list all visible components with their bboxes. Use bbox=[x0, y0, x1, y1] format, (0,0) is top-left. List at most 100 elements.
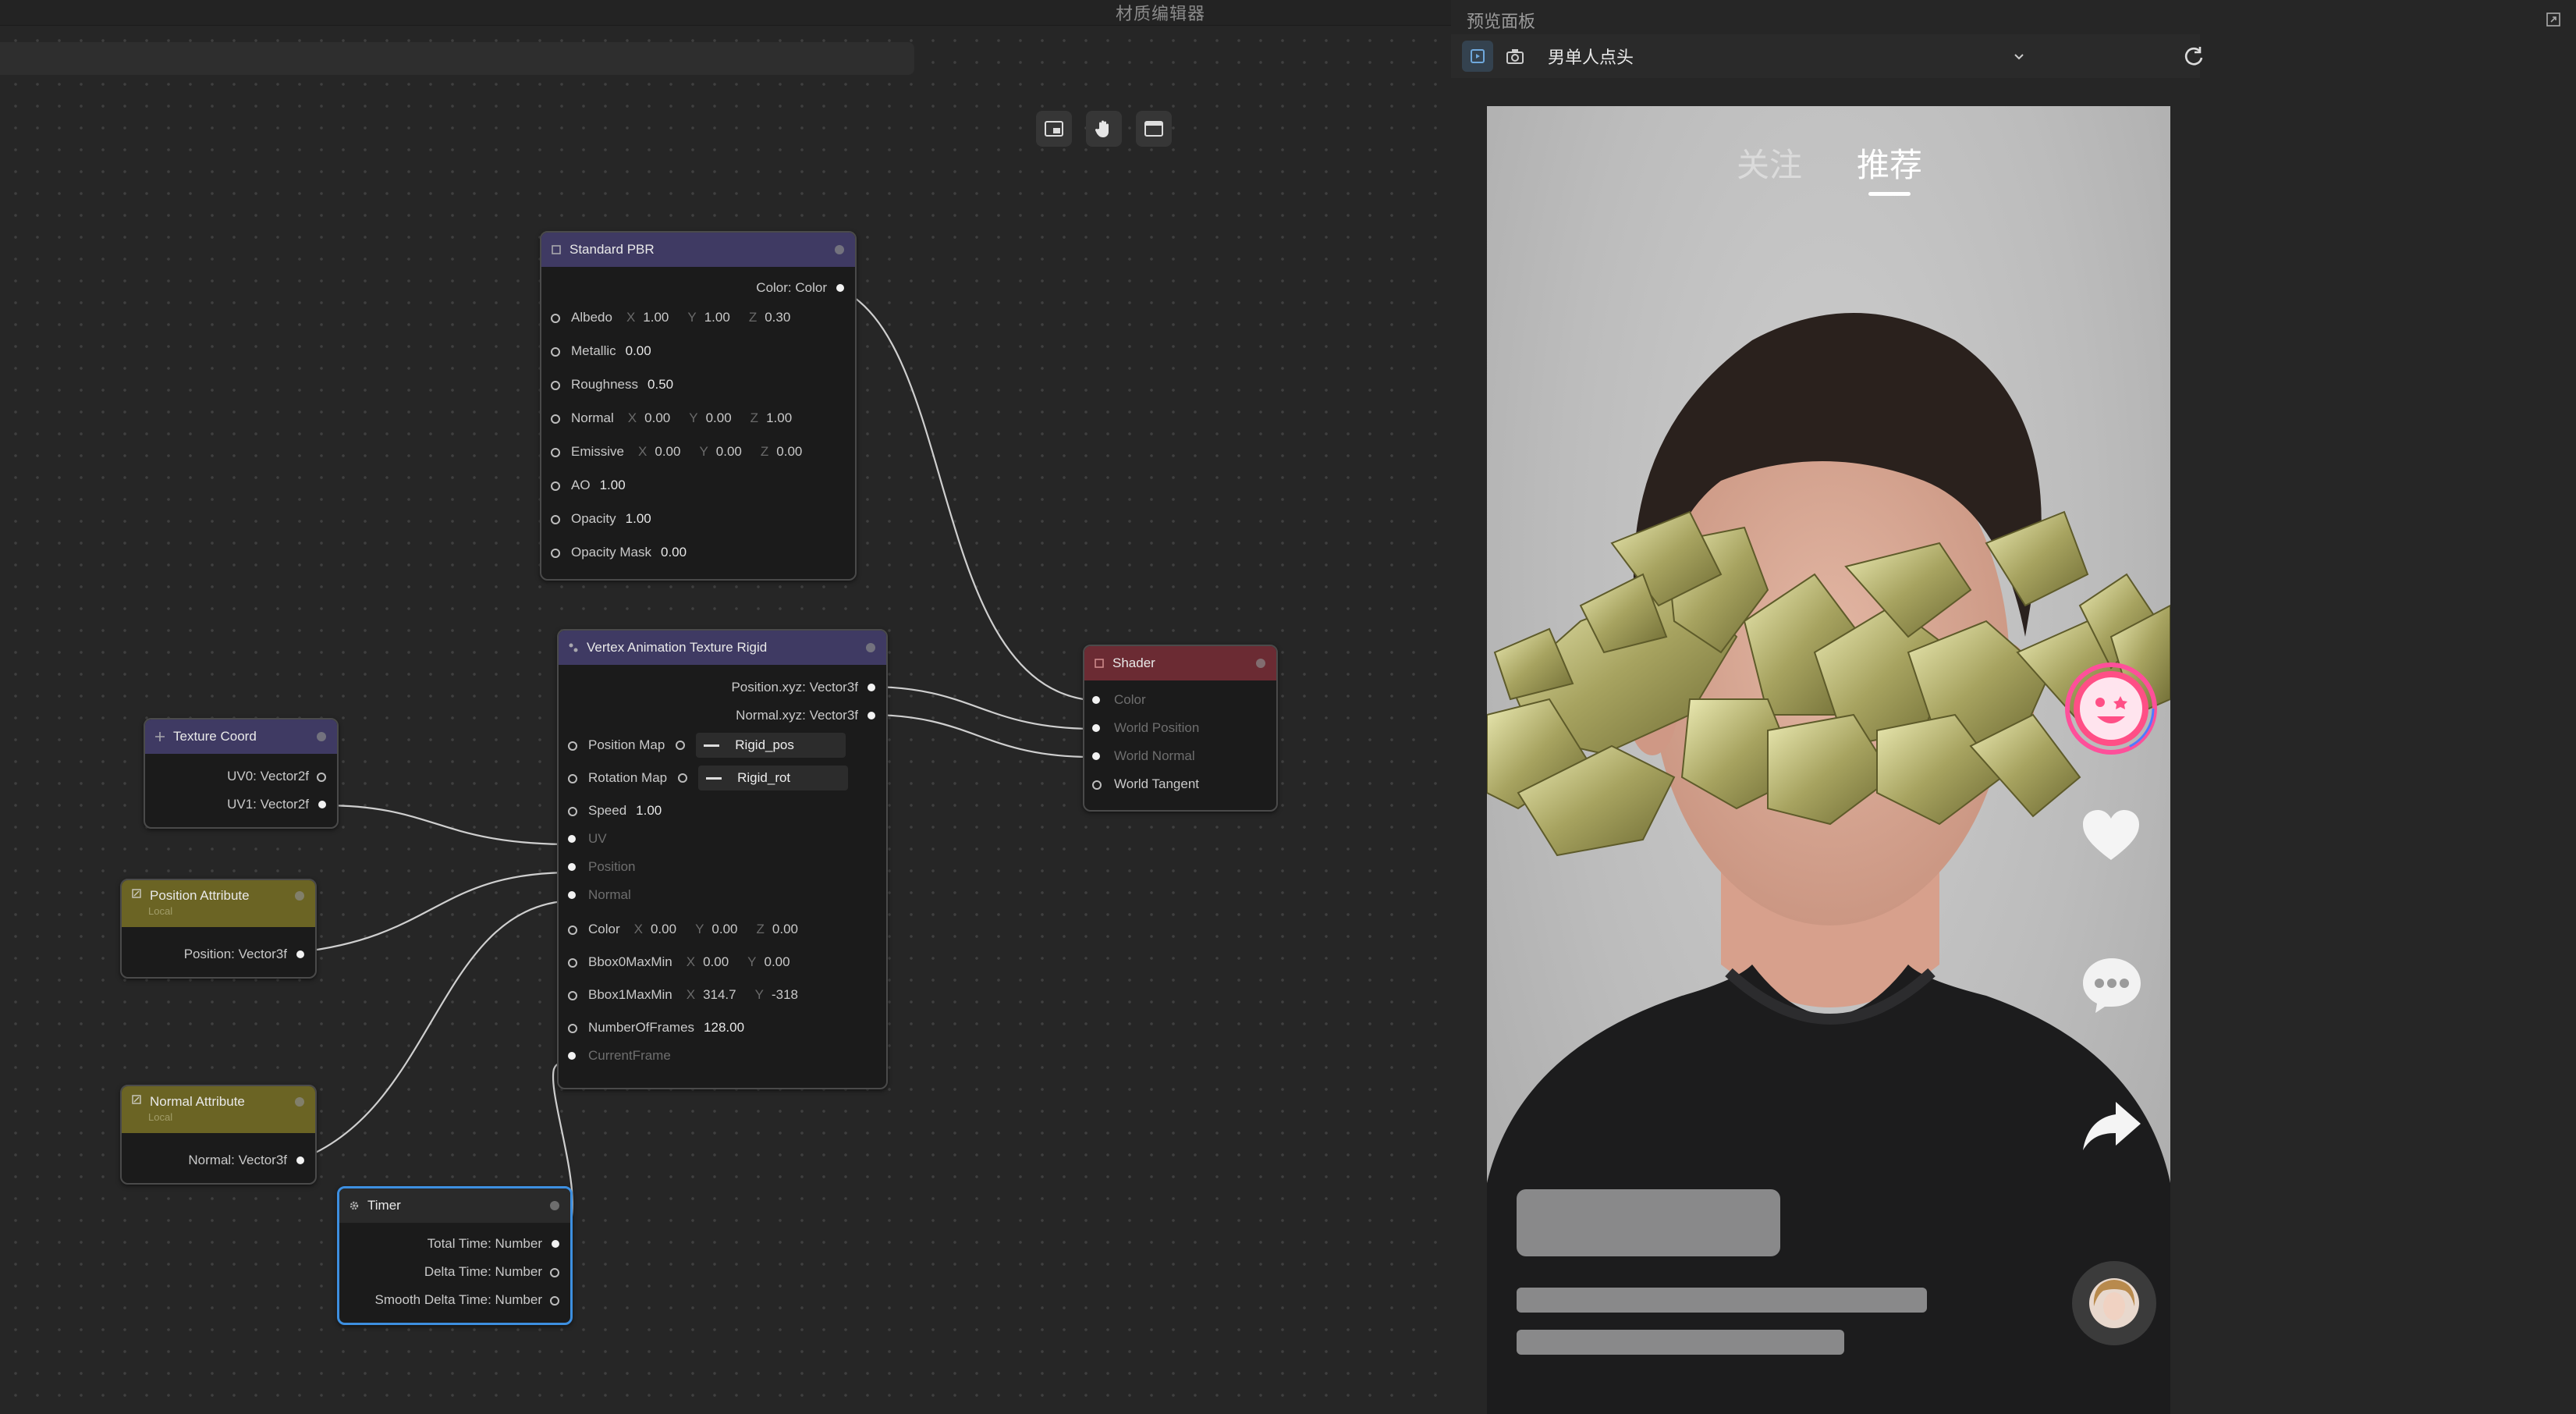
output-port[interactable] bbox=[550, 1268, 559, 1277]
field-value[interactable]: 1.00 bbox=[600, 478, 626, 493]
field-value[interactable]: 0.00 bbox=[711, 922, 737, 937]
share-button[interactable] bbox=[2081, 1100, 2142, 1152]
field-value[interactable]: 0.00 bbox=[703, 954, 729, 970]
speed-value[interactable]: 1.00 bbox=[636, 803, 662, 819]
input-port[interactable] bbox=[568, 1024, 577, 1033]
node-menu-dot[interactable] bbox=[550, 1201, 559, 1210]
material-icon bbox=[552, 245, 561, 254]
input-port[interactable] bbox=[568, 991, 577, 1000]
pin-icon[interactable] bbox=[676, 741, 686, 750]
position-attribute-node[interactable]: Position Attribute Local Position: Vecto… bbox=[120, 879, 317, 979]
node-menu-dot[interactable] bbox=[835, 245, 844, 254]
field-value[interactable]: 0.00 bbox=[716, 444, 742, 460]
field-value[interactable]: -318 bbox=[772, 987, 798, 1003]
input-port[interactable] bbox=[551, 481, 560, 491]
input-port[interactable] bbox=[568, 891, 576, 899]
field-value[interactable]: 0.00 bbox=[776, 444, 802, 460]
output-port[interactable] bbox=[296, 1156, 304, 1164]
standard-pbr-header[interactable]: Standard PBR bbox=[541, 233, 855, 267]
field-value[interactable]: 0.00 bbox=[651, 922, 676, 937]
field-value[interactable]: 1.00 bbox=[766, 410, 792, 426]
timer-header[interactable]: Timer bbox=[339, 1188, 570, 1223]
input-port[interactable] bbox=[568, 925, 577, 935]
output-port[interactable] bbox=[836, 284, 844, 292]
field-value[interactable]: 0.30 bbox=[765, 310, 790, 325]
output-port[interactable] bbox=[552, 1240, 559, 1248]
shader-node[interactable]: Shader Color World Position World Normal… bbox=[1083, 645, 1278, 812]
input-port[interactable] bbox=[551, 347, 560, 357]
effect-avatar-button[interactable] bbox=[2064, 662, 2158, 755]
node-menu-dot[interactable] bbox=[295, 1097, 304, 1107]
standard-pbr-node[interactable]: Standard PBR Color: Color Albedo X 1.00 Y 1.… bbox=[540, 231, 857, 581]
input-port[interactable] bbox=[568, 774, 577, 783]
output-port[interactable] bbox=[550, 1296, 559, 1306]
tab-recommend[interactable]: 推荐 bbox=[1857, 139, 1922, 187]
normal-attribute-header[interactable]: Normal Attribute Local bbox=[122, 1086, 315, 1133]
frames-value[interactable]: 128.00 bbox=[704, 1020, 744, 1036]
field-value[interactable]: 314.7 bbox=[703, 987, 736, 1003]
input-port[interactable] bbox=[551, 448, 560, 457]
shader-header[interactable]: Shader bbox=[1084, 646, 1276, 680]
texture-coord-header[interactable]: Texture Coord bbox=[145, 719, 337, 754]
refresh-button[interactable] bbox=[2178, 41, 2209, 72]
normal-attribute-node[interactable]: Normal Attribute Local Normal: Vector3f bbox=[120, 1085, 317, 1185]
field-value[interactable]: 1.00 bbox=[704, 310, 730, 325]
model-select[interactable]: 男单人点头 bbox=[1548, 41, 2035, 72]
node-menu-dot[interactable] bbox=[866, 643, 875, 652]
output-port[interactable] bbox=[868, 712, 875, 719]
field-value[interactable]: 0.00 bbox=[644, 410, 670, 426]
vat-output-position: Position.xyz: Vector3f bbox=[559, 676, 886, 699]
field-value[interactable]: 0.00 bbox=[772, 922, 798, 937]
field-value[interactable]: 0.00 bbox=[626, 343, 651, 359]
input-port[interactable] bbox=[551, 414, 560, 424]
field-value[interactable]: 0.00 bbox=[765, 954, 790, 970]
field-value[interactable]: 1.00 bbox=[626, 511, 651, 527]
like-button[interactable] bbox=[2081, 808, 2141, 863]
input-port[interactable] bbox=[568, 835, 576, 843]
screenshot-button[interactable] bbox=[1499, 41, 1531, 72]
input-port[interactable] bbox=[568, 958, 577, 968]
input-port[interactable] bbox=[551, 314, 560, 323]
output-port[interactable] bbox=[868, 684, 875, 691]
node-menu-dot[interactable] bbox=[1256, 659, 1265, 668]
tab-follow[interactable]: 关注 bbox=[1737, 139, 1802, 187]
shader-icon bbox=[1095, 659, 1104, 668]
input-port[interactable] bbox=[551, 549, 560, 558]
output-port[interactable] bbox=[318, 801, 326, 808]
input-port[interactable] bbox=[568, 1052, 576, 1060]
author-avatar-button[interactable] bbox=[2070, 1259, 2158, 1347]
field-value[interactable]: 0.50 bbox=[648, 377, 673, 393]
rotation-map-texture-slot[interactable]: Rigid_rot bbox=[698, 766, 849, 790]
input-port[interactable] bbox=[1092, 752, 1100, 760]
field-value[interactable]: 0.00 bbox=[655, 444, 680, 460]
field-value[interactable]: 0.00 bbox=[661, 545, 687, 560]
expand-icon[interactable] bbox=[2545, 11, 2562, 28]
input-port[interactable] bbox=[568, 863, 576, 871]
comment-button[interactable] bbox=[2081, 955, 2142, 1013]
shader-input-color: Color bbox=[1084, 688, 1276, 712]
input-port[interactable] bbox=[551, 381, 560, 390]
position-map-texture-slot[interactable]: Rigid_pos bbox=[696, 733, 846, 758]
vat-header[interactable]: Vertex Animation Texture Rigid bbox=[559, 631, 886, 665]
pbr-input-row: Normal X 0.00 Y 0.00 Z 1.00 bbox=[541, 407, 855, 430]
field-value[interactable]: 1.00 bbox=[643, 310, 669, 325]
output-port[interactable] bbox=[296, 950, 304, 958]
node-menu-dot[interactable] bbox=[295, 891, 304, 901]
pin-icon[interactable] bbox=[678, 773, 688, 783]
input-port[interactable] bbox=[1092, 724, 1100, 732]
input-port[interactable] bbox=[1092, 696, 1100, 704]
input-port[interactable] bbox=[568, 741, 577, 751]
input-port[interactable] bbox=[568, 807, 577, 816]
input-port[interactable] bbox=[1092, 780, 1102, 790]
vat-normal-input: Normal bbox=[559, 883, 886, 907]
node-menu-dot[interactable] bbox=[317, 732, 326, 741]
play-mode-button[interactable] bbox=[1462, 41, 1493, 72]
input-port[interactable] bbox=[551, 515, 560, 524]
position-attribute-header[interactable]: Position Attribute Local bbox=[122, 880, 315, 927]
timer-node[interactable]: Timer Total Time: Number Delta Time: Num… bbox=[337, 1186, 573, 1325]
texture-coord-node[interactable]: Texture Coord UV0: Vector2f UV1: Vector2… bbox=[144, 718, 339, 829]
input-label: Normal bbox=[588, 887, 631, 902]
output-port[interactable] bbox=[317, 773, 326, 782]
vat-rigid-node[interactable]: Vertex Animation Texture Rigid Position.… bbox=[557, 629, 888, 1089]
field-value[interactable]: 0.00 bbox=[706, 410, 732, 426]
